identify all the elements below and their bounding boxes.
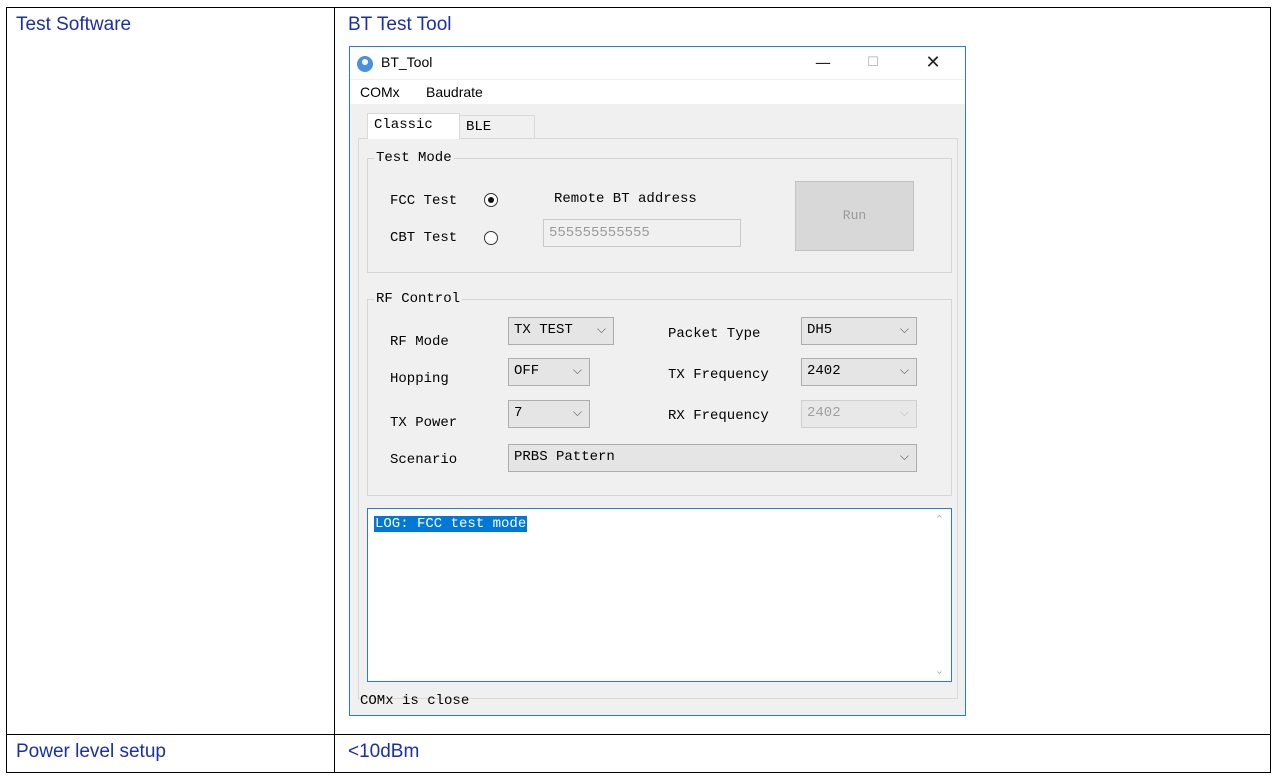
cbt-test-label: CBT Test [390, 230, 458, 246]
row-power-label-cell: Power level setup [6, 734, 335, 773]
scenario-select[interactable]: PRBS Pattern ⌵ [508, 444, 917, 472]
cbt-test-radio[interactable] [484, 231, 498, 245]
tx-power-select[interactable]: 7 ⌵ [508, 400, 590, 428]
test-mode-legend: Test Mode [376, 150, 452, 166]
chevron-down-icon: ⌵ [596, 322, 606, 336]
remote-bt-address-label: Remote BT address [554, 191, 697, 207]
row-label-test-software: Test Software [16, 14, 132, 35]
remote-bt-address-input[interactable]: 555555555555 [543, 219, 741, 247]
title-bar[interactable]: BT_Tool — ☐ ✕ [350, 47, 965, 79]
row-label-power-level: Power level setup [16, 741, 166, 762]
scenario-value: PRBS Pattern [514, 449, 615, 465]
row-power-value-cell: <10dBm [334, 734, 1271, 773]
hopping-select[interactable]: OFF ⌵ [508, 358, 590, 386]
window-title: BT_Tool [381, 54, 433, 70]
chevron-down-icon: ⌵ [899, 363, 909, 377]
chevron-down-icon: ⌵ [899, 449, 909, 463]
tab-ble[interactable]: BLE [459, 115, 535, 139]
close-button[interactable]: ✕ [910, 47, 956, 79]
rf-mode-label: RF Mode [390, 334, 449, 350]
scenario-label: Scenario [390, 452, 458, 468]
rx-frequency-select: 2402 ⌵ [801, 400, 917, 428]
packet-type-label: Packet Type [668, 326, 761, 342]
rx-frequency-label: RX Frequency [668, 408, 769, 424]
hopping-label: Hopping [390, 371, 449, 387]
tx-power-label: TX Power [390, 415, 458, 431]
tab-classic[interactable]: Classic [367, 113, 460, 139]
scroll-down-icon[interactable]: ⌄ [935, 664, 944, 677]
tx-frequency-select[interactable]: 2402 ⌵ [801, 358, 917, 386]
bluetooth-app-icon [357, 56, 373, 72]
minimize-button[interactable]: — [800, 47, 846, 79]
maximize-button[interactable]: ☐ [850, 47, 896, 79]
rf-mode-select[interactable]: TX TEST ⌵ [508, 317, 614, 345]
chevron-down-icon: ⌵ [572, 363, 582, 377]
row-value-bt-test-tool: BT Test Tool [348, 14, 452, 35]
rx-frequency-value: 2402 [807, 405, 841, 421]
tx-frequency-value: 2402 [807, 363, 841, 379]
hopping-value: OFF [514, 363, 540, 379]
packet-type-value: DH5 [807, 322, 833, 338]
packet-type-select[interactable]: DH5 ⌵ [801, 317, 917, 345]
run-button[interactable]: Run [795, 181, 914, 251]
rf-control-legend: RF Control [376, 291, 461, 307]
log-textarea[interactable]: LOG: FCC test mode ⌃ ⌄ [367, 508, 952, 682]
log-text: LOG: FCC test mode [374, 516, 528, 532]
menu-bar: COMx Baudrate [350, 80, 965, 104]
status-bar-text: COMx is close [360, 693, 470, 709]
fcc-test-radio[interactable] [484, 193, 498, 207]
tx-power-value: 7 [514, 405, 523, 421]
rf-mode-value: TX TEST [514, 322, 573, 338]
menu-comx[interactable]: COMx [360, 84, 400, 100]
tx-frequency-label: TX Frequency [668, 367, 769, 383]
chevron-down-icon: ⌵ [899, 405, 909, 419]
row-test-software-label-cell: Test Software [6, 7, 335, 735]
bt-tool-window: BT_Tool — ☐ ✕ COMx Baudrate Classic BLE … [349, 46, 966, 716]
chevron-down-icon: ⌵ [899, 322, 909, 336]
fcc-test-label: FCC Test [390, 193, 458, 209]
menu-baudrate[interactable]: Baudrate [426, 84, 483, 100]
row-value-power-level: <10dBm [348, 741, 420, 762]
scroll-up-icon[interactable]: ⌃ [935, 513, 944, 526]
chevron-down-icon: ⌵ [572, 405, 582, 419]
